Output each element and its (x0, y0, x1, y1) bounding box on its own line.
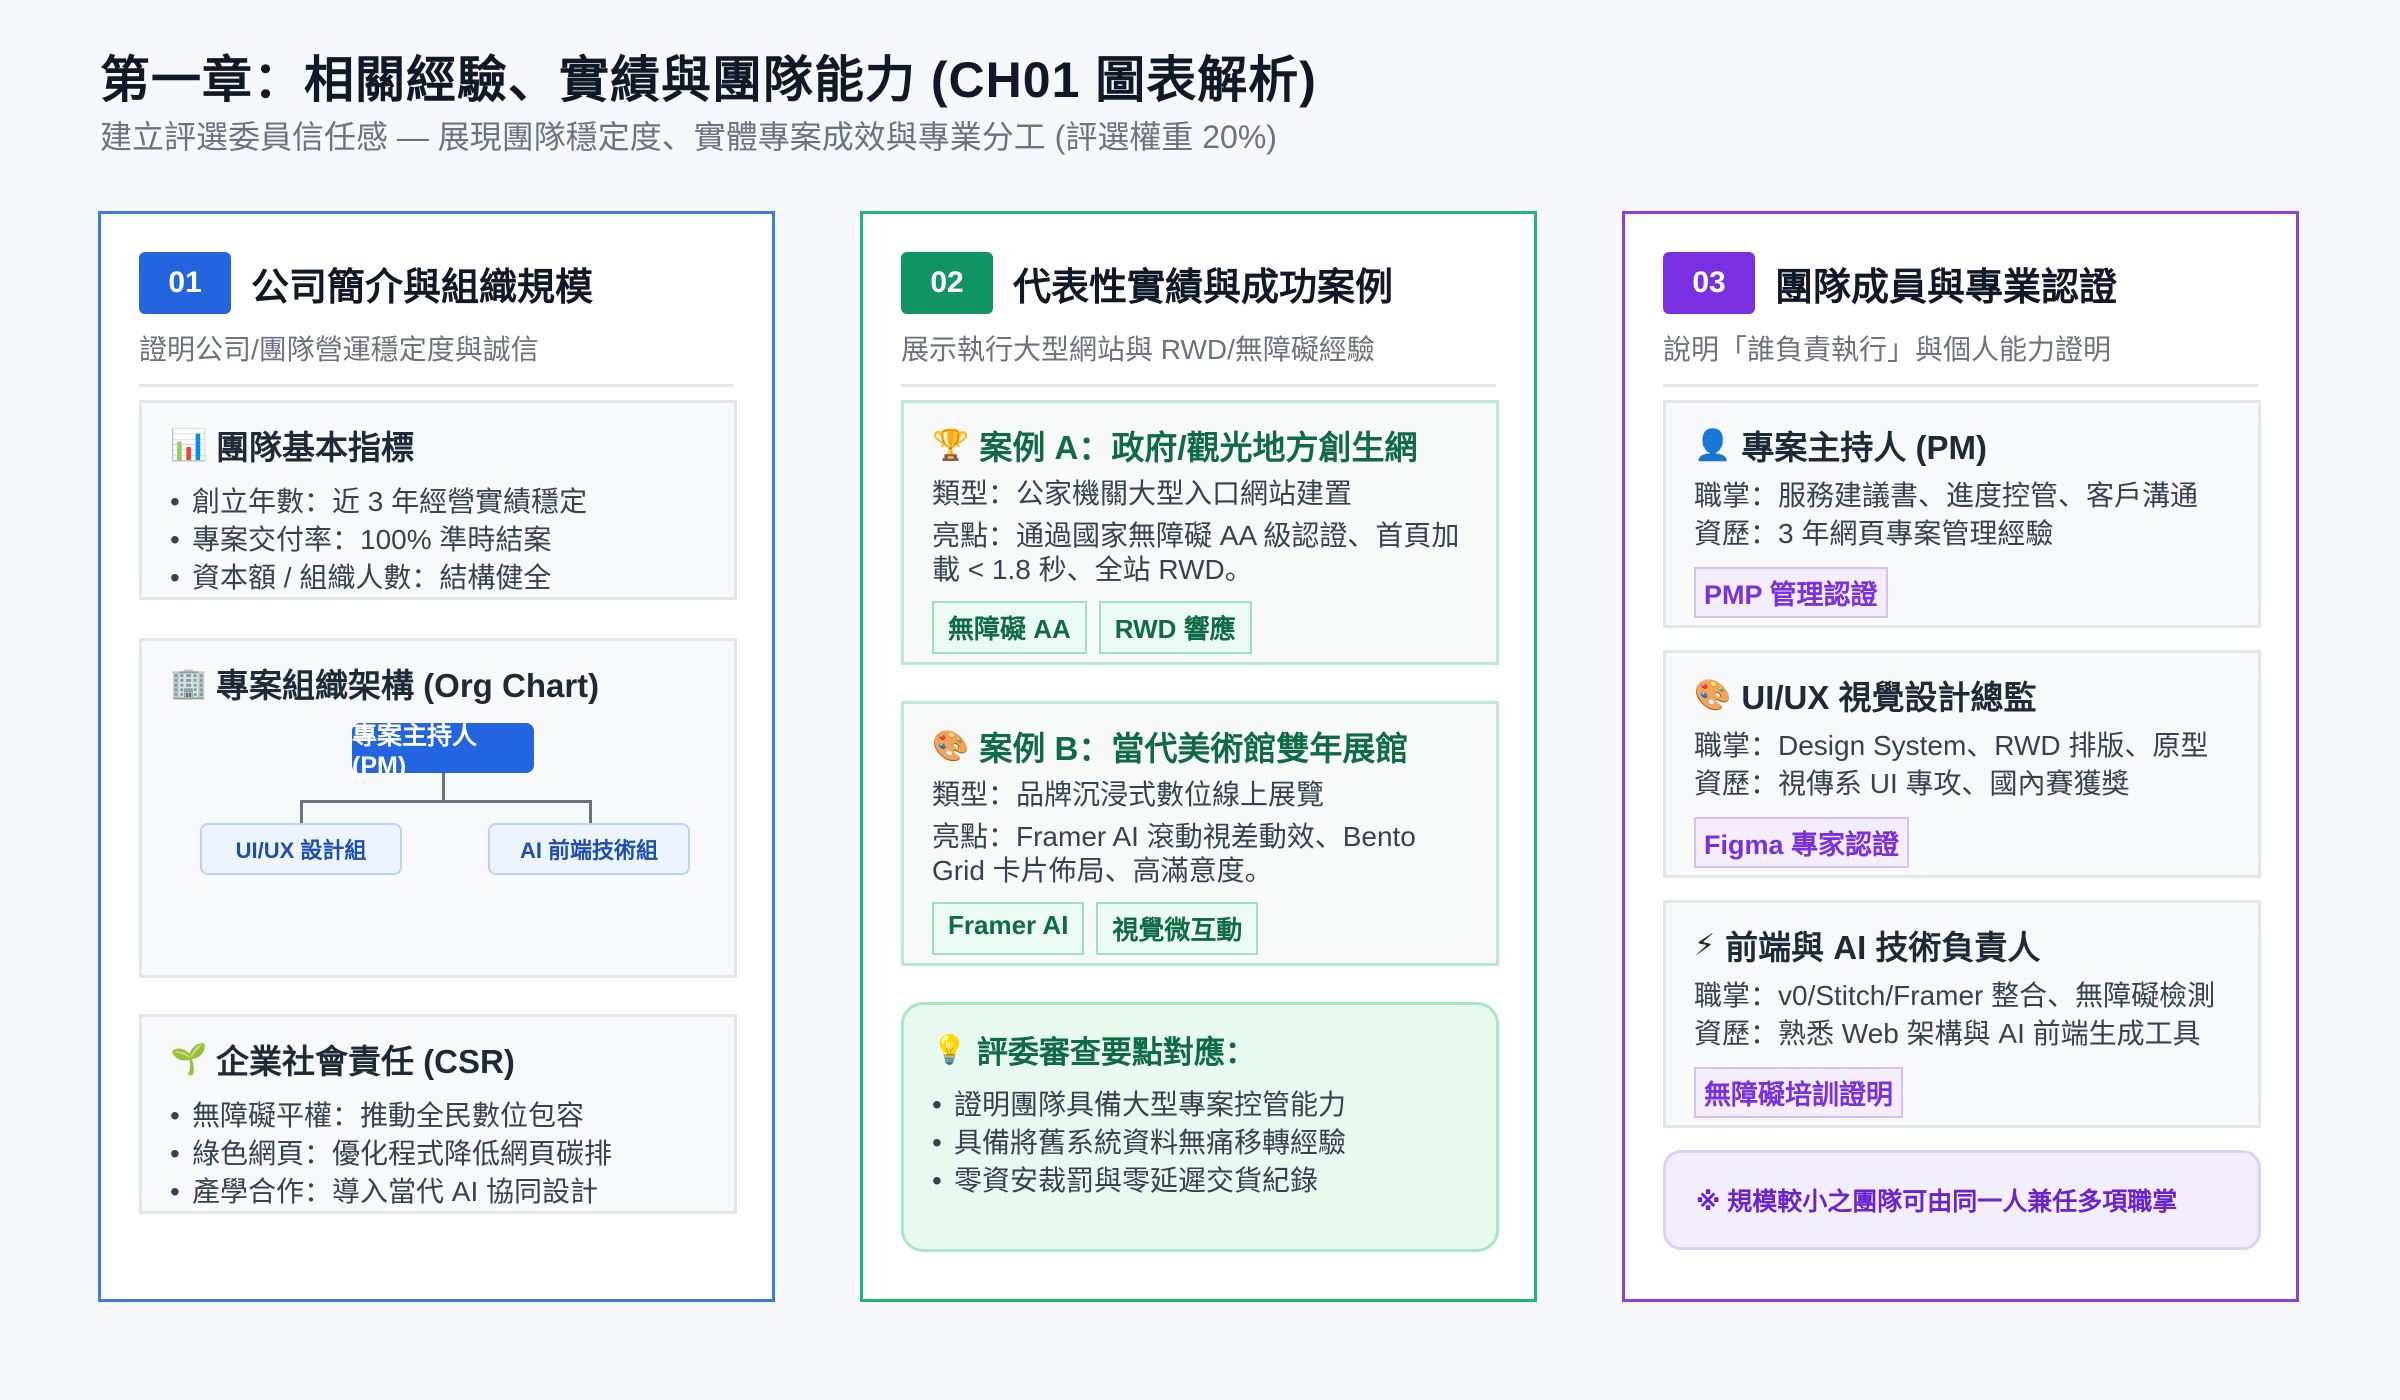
certification-badge: PMP 管理認證 (1694, 567, 1888, 618)
metrics-card: 📊 團隊基本指標 創立年數：近 3 年經營實績穩定 專案交付率：100% 準時結… (139, 400, 737, 600)
case-highlight: 亮點：Framer AI 滾動視差動效、Bento Grid 卡片佈局、高滿意度… (932, 821, 1416, 886)
tag: Framer AI (932, 902, 1085, 955)
list-item: 證明團隊具備大型專案控管能力 (932, 1086, 1468, 1124)
palette-icon: 🎨 (932, 729, 970, 763)
role-card-design: 🎨 UI/UX 視覺設計總監 職掌：Design System、RWD 排版、原… (1663, 650, 2261, 878)
list-item: 綠色網頁：優化程式降低網頁碳排 (170, 1135, 706, 1173)
metrics-list: 創立年數：近 3 年經營實績穩定 專案交付率：100% 準時結案 資本額 / 組… (170, 483, 706, 597)
tag-group: Framer AI 視覺微互動 (932, 902, 1468, 955)
review-list: 證明團隊具備大型專案控管能力 具備將舊系統資料無痛移轉經驗 零資安裁罰與零延遲交… (932, 1086, 1468, 1200)
role-duty: 職掌：Design System、RWD 排版、原型 (1694, 730, 2209, 761)
case-title: 案例 A：政府/觀光地方創生網 (979, 429, 1418, 466)
role-title: UI/UX 視覺設計總監 (1741, 679, 2037, 716)
column-company: 01 公司簡介與組織規模 證明公司/團隊營運穩定度與誠信 📊 團隊基本指標 創立… (98, 211, 775, 1302)
csr-list: 無障礙平權：推動全民數位包容 綠色網頁：優化程式降低網頁碳排 產學合作：導入當代… (170, 1097, 706, 1211)
column-description: 說明「誰負責執行」與個人能力證明 (1663, 334, 2112, 365)
card-title: 團隊基本指標 (216, 429, 414, 466)
list-item: 專案交付率：100% 準時結案 (170, 521, 706, 559)
case-highlight: 亮點：通過國家無障礙 AA 級認證、首頁加載 < 1.8 秒、全站 RWD。 (932, 520, 1460, 585)
column-number-badge: 03 (1663, 252, 1755, 314)
column-number-badge: 01 (139, 252, 231, 314)
role-experience: 資歷：3 年網頁專案管理經驗 (1694, 518, 2054, 549)
org-node-pm: 專案主持人 (PM) (352, 722, 534, 780)
org-connector (442, 773, 445, 801)
csr-card: 🌱 企業社會責任 (CSR) 無障礙平權：推動全民數位包容 綠色網頁：優化程式降… (139, 1014, 737, 1214)
org-connector (300, 800, 303, 823)
org-connector (300, 800, 592, 803)
case-b-card: 🎨 案例 B：當代美術館雙年展館 類型：品牌沉浸式數位線上展覽 亮點：Frame… (901, 701, 1499, 966)
tag: 無障礙 AA (932, 601, 1087, 654)
case-type: 類型：品牌沉浸式數位線上展覽 (932, 779, 1325, 810)
column-number-badge: 02 (901, 252, 993, 314)
list-item: 無障礙平權：推動全民數位包容 (170, 1097, 706, 1135)
divider (139, 384, 734, 387)
card-title: 企業社會責任 (CSR) (216, 1043, 515, 1080)
case-type: 類型：公家機關大型入口網站建置 (932, 478, 1353, 509)
case-title: 案例 B：當代美術館雙年展館 (979, 730, 1409, 767)
org-node-uiux: UI/UX 設計組 (200, 823, 402, 875)
tag: RWD 響應 (1098, 601, 1252, 654)
seedling-icon: 🌱 (170, 1042, 208, 1076)
column-title: 團隊成員與專業認證 (1775, 266, 2118, 309)
tag-group: 無障礙 AA RWD 響應 (932, 601, 1468, 654)
certification-badge: 無障礙培訓證明 (1694, 1067, 1903, 1118)
list-item: 零資安裁罰與零延遲交貨紀錄 (932, 1162, 1468, 1200)
note-card: ※ 規模較小之團隊可由同一人兼任多項職掌 (1663, 1150, 2261, 1250)
column-title: 代表性實績與成功案例 (1013, 266, 1394, 309)
column-description: 展示執行大型網站與 RWD/無障礙經驗 (901, 334, 1375, 365)
role-card-frontend: ⚡ 前端與 AI 技術負責人 職掌：v0/Stitch/Framer 整合、無障… (1663, 900, 2261, 1128)
org-node-ai-frontend: AI 前端技術組 (488, 823, 690, 875)
list-item: 創立年數：近 3 年經營實績穩定 (170, 483, 706, 521)
card-title: 專案組織架構 (Org Chart) (216, 667, 600, 704)
role-duty: 職掌：服務建議書、進度控管、客戶溝通 (1694, 480, 2199, 511)
review-points-card: 💡 評委審查要點對應： 證明團隊具備大型專案控管能力 具備將舊系統資料無痛移轉經… (901, 1002, 1499, 1252)
org-chart-card: 🏢 專案組織架構 (Org Chart) 專案主持人 (PM) UI/UX 設計… (139, 638, 737, 978)
role-experience: 資歷：熟悉 Web 架構與 AI 前端生成工具 (1694, 1018, 2201, 1049)
user-icon: 👤 (1694, 428, 1732, 462)
list-item: 資本額 / 組織人數：結構健全 (170, 559, 706, 597)
case-a-card: 🏆 案例 A：政府/觀光地方創生網 類型：公家機關大型入口網站建置 亮點：通過國… (901, 400, 1499, 665)
role-title: 前端與 AI 技術負責人 (1725, 929, 2041, 966)
org-chart: 專案主持人 (PM) UI/UX 設計組 AI 前端技術組 (170, 722, 706, 883)
column-title: 公司簡介與組織規模 (251, 266, 594, 309)
column-team: 03 團隊成員與專業認證 說明「誰負責執行」與個人能力證明 👤 專案主持人 (P… (1622, 211, 2299, 1302)
page-title: 第一章：相關經驗、實績與團隊能力 (CH01 圖表解析) (100, 52, 1317, 108)
org-connector (589, 800, 592, 823)
list-item: 產學合作：導入當代 AI 協同設計 (170, 1173, 706, 1211)
column-description: 證明公司/團隊營運穩定度與誠信 (139, 334, 539, 365)
column-cases: 02 代表性實績與成功案例 展示執行大型網站與 RWD/無障礙經驗 🏆 案例 A… (860, 211, 1537, 1302)
tag: 視覺微互動 (1096, 902, 1259, 955)
role-duty: 職掌：v0/Stitch/Framer 整合、無障礙檢測 (1694, 980, 2216, 1011)
trophy-icon: 🏆 (932, 428, 970, 462)
lightning-icon: ⚡ (1694, 928, 1716, 962)
role-experience: 資歷：視傳系 UI 專攻、國內賽獲獎 (1694, 768, 2130, 799)
divider (1663, 384, 2258, 387)
building-icon: 🏢 (170, 666, 208, 700)
review-title: 評委審查要點對應： (976, 1035, 1256, 1070)
list-item: 具備將舊系統資料無痛移轉經驗 (932, 1124, 1468, 1162)
divider (901, 384, 1496, 387)
palette-icon: 🎨 (1694, 678, 1732, 712)
certification-badge: Figma 專家認證 (1694, 817, 1910, 868)
role-card-pm: 👤 專案主持人 (PM) 職掌：服務建議書、進度控管、客戶溝通 資歷：3 年網頁… (1663, 400, 2261, 628)
bar-chart-icon: 📊 (170, 428, 208, 462)
role-title: 專案主持人 (PM) (1741, 429, 1988, 466)
page-subtitle: 建立評選委員信任感 — 展現團隊穩定度、實體專案成效與專業分工 (評選權重 20… (100, 119, 1277, 155)
lightbulb-icon: 💡 (932, 1034, 967, 1065)
